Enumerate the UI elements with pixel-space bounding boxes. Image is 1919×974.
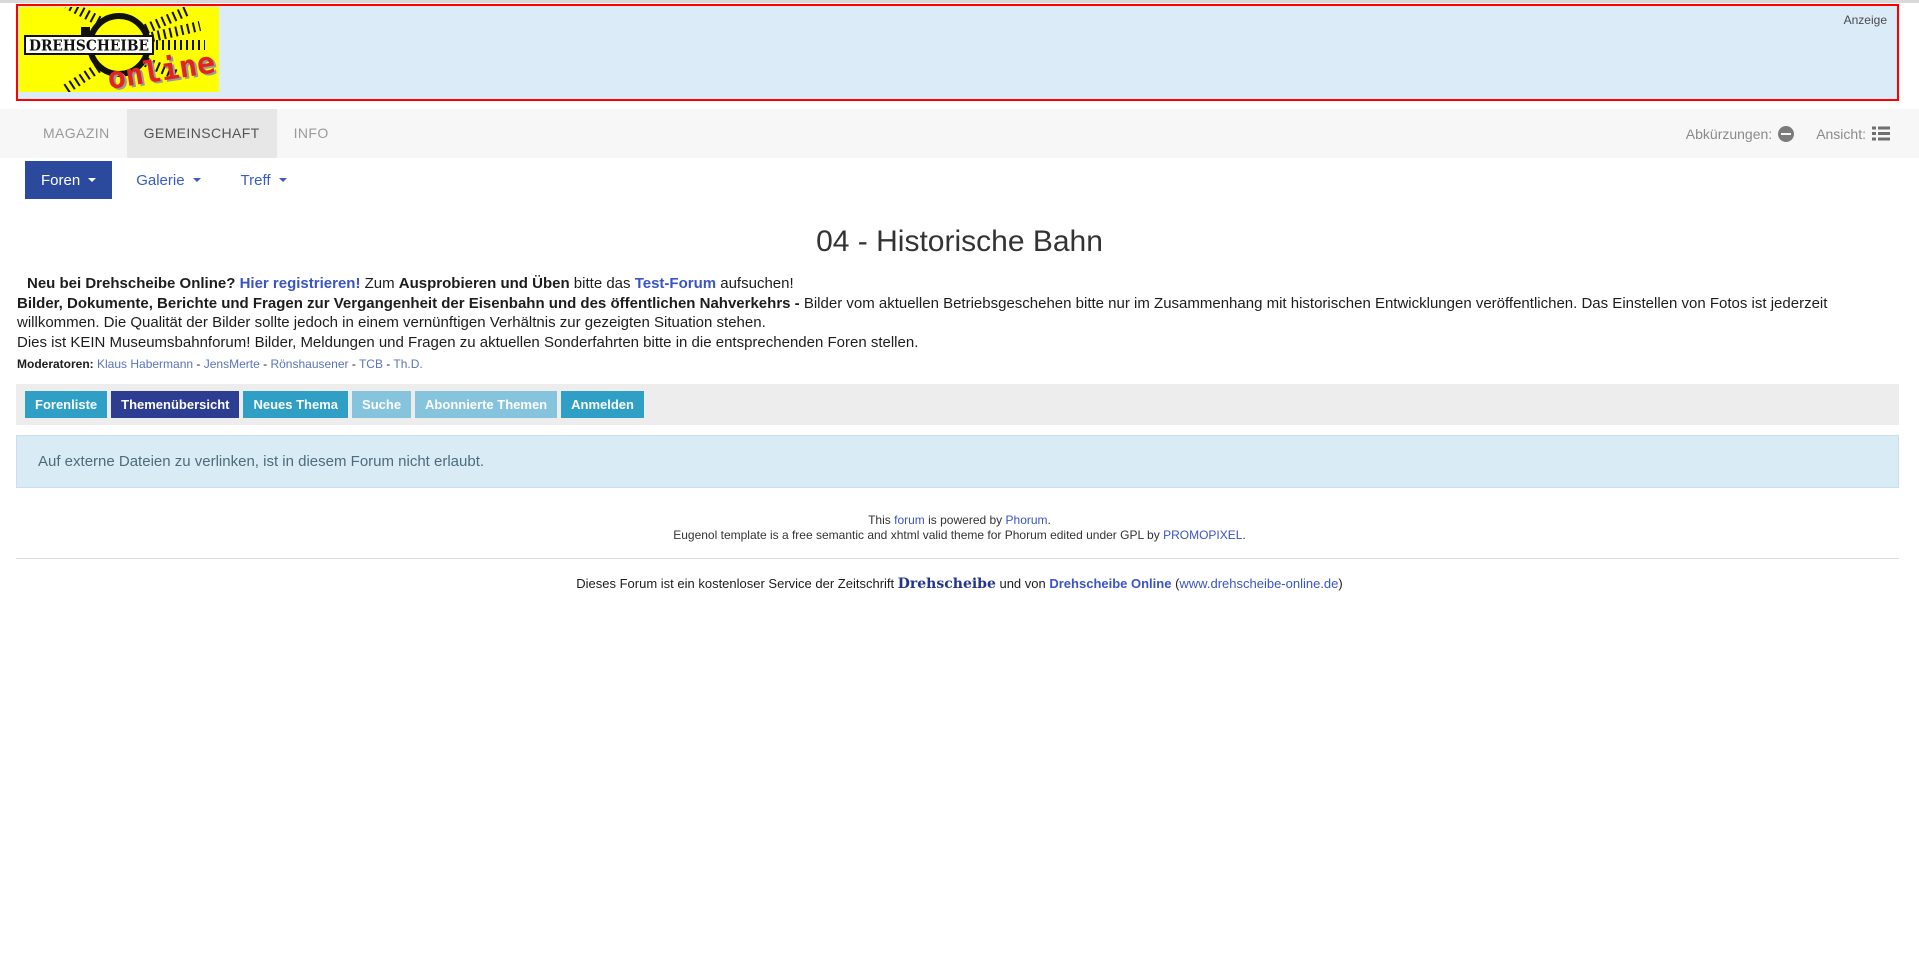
toolbar-button-forenliste[interactable]: Forenliste: [25, 390, 108, 418]
moderator-link-klaus-habermann[interactable]: Klaus Habermann: [97, 357, 193, 371]
forum-description: Neu bei Drehscheibe Online? Hier registr…: [17, 274, 1895, 375]
drehscheibe-online-link[interactable]: Drehscheibe Online: [1049, 576, 1171, 591]
tab-info[interactable]: INFO: [277, 109, 346, 158]
drehscheibe-url-link[interactable]: www.drehscheibe-online.de: [1179, 576, 1338, 591]
sub-nav: Foren Galerie Treff: [0, 161, 1919, 199]
page-title: 04 - Historische Bahn: [816, 225, 1103, 258]
text-run: Bilder, Dokumente, Berichte und Fragen z…: [17, 294, 800, 312]
notice-box: Auf externe Dateien zu verlinken, ist in…: [16, 434, 1899, 488]
text-run: Ausprobieren und Üben: [398, 275, 570, 292]
moderators-label: Moderatoren:: [17, 357, 94, 371]
chevron-down-icon: [278, 178, 287, 182]
drehscheibe-logo[interactable]: DREHSCHEIBE online online: [19, 0, 220, 99]
subnav-foren[interactable]: Foren: [25, 161, 113, 199]
chevron-down-icon: [192, 178, 201, 182]
minus-circle-icon: [1778, 125, 1795, 142]
service-note: Dieses Forum ist ein kostenloser Service…: [0, 576, 1919, 592]
text-run: ): [1338, 575, 1343, 591]
chevron-down-icon: [88, 178, 97, 182]
toolbar-button-themenubersicht[interactable]: Themenübersicht: [111, 390, 240, 418]
tab-magazin[interactable]: MAGAZIN: [26, 109, 127, 158]
abbreviations-label: Abkürzungen:: [1685, 125, 1773, 142]
notice-text: Auf externe Dateien zu verlinken, ist in…: [38, 452, 485, 470]
footer-divider: [16, 557, 1899, 559]
ad-label: Anzeige: [1843, 13, 1887, 27]
text-run: is powered by: [924, 512, 1006, 527]
text-run: .: [1047, 512, 1051, 527]
text-run: This: [868, 512, 895, 527]
text-run: bitte das: [569, 275, 635, 292]
list-view-icon: [1872, 126, 1890, 141]
top-divider: [0, 0, 1919, 3]
text-run: Dieses Forum ist ein kostenloser Service…: [576, 575, 898, 591]
description-line-welcome: Neu bei Drehscheibe Online? Hier registr…: [17, 274, 1895, 294]
powered-line: This forum is powered by Phorum.: [0, 513, 1919, 528]
text-run: Neu bei Drehscheibe Online?: [27, 275, 236, 292]
abbreviations-toggle[interactable]: Abkürzungen:: [1685, 125, 1795, 142]
moderator-link-th-d[interactable]: Th.D.: [393, 357, 422, 371]
text-run: Zum: [360, 275, 399, 292]
toolbar-button-abonnierte-themen[interactable]: Abonnierte Themen: [415, 390, 558, 418]
subnav-galerie[interactable]: Galerie: [120, 161, 216, 199]
subnav-treff[interactable]: Treff: [225, 161, 303, 199]
text-run: aufsuchen!: [716, 275, 794, 292]
toolbar-button-anmelden[interactable]: Anmelden: [561, 390, 644, 418]
view-toggle[interactable]: Ansicht:: [1816, 126, 1890, 142]
powered-footer: This forum is powered by Phorum. Eugenol…: [0, 513, 1919, 543]
toolbar-button-neues-thema[interactable]: Neues Thema: [243, 390, 349, 418]
view-label: Ansicht:: [1816, 125, 1866, 142]
ad-banner: DREHSCHEIBE online online Anzeige: [16, 0, 1899, 101]
subnav-label: Galerie: [136, 171, 185, 189]
promopixel-link[interactable]: PROMOPIXEL: [1163, 528, 1242, 542]
moderator-link-jensmerte[interactable]: JensMerte: [204, 357, 260, 371]
test-forum-link[interactable]: Test-Forum: [635, 275, 716, 292]
main-nav: MAGAZIN GEMEINSCHAFT INFO Abkürzungen: Ans…: [0, 109, 1919, 158]
moderators-line: Moderatoren: Klaus Habermann - JensMerte…: [17, 355, 1895, 375]
subnav-label: Foren: [41, 171, 81, 189]
forum-link[interactable]: forum: [894, 513, 925, 527]
moderator-link-ronshausener[interactable]: Rönshausener: [270, 357, 348, 371]
turntable-hut-mark: [81, 27, 90, 36]
tab-gemeinschaft[interactable]: GEMEINSCHAFT: [126, 109, 277, 158]
drehscheibe-logo-graphic: DREHSCHEIBE online online: [19, 0, 220, 99]
logo-title-text: DREHSCHEIBE: [29, 37, 149, 55]
subnav-label: Treff: [240, 171, 271, 189]
text-run: und von: [995, 575, 1050, 591]
text-run: .: [1242, 527, 1246, 542]
phorum-link[interactable]: Phorum: [1006, 513, 1048, 527]
toolbar-button-suche[interactable]: Suche: [352, 390, 412, 418]
nav-right-tools: Abkürzungen: Ansicht:: [1686, 109, 1919, 158]
text-run: Eugenol template is a free semantic and …: [673, 527, 1164, 542]
moderator-link-tcb[interactable]: TCB: [359, 357, 383, 371]
description-line-museumsbahn: Dies ist KEIN Museumsbahnforum! Bilder, …: [17, 333, 919, 351]
register-link[interactable]: Hier registrieren!: [240, 275, 361, 292]
main-nav-tabs: MAGAZIN GEMEINSCHAFT INFO: [0, 109, 346, 158]
toolbar: Forenliste Themenübersicht Neues Thema Such…: [16, 383, 1899, 425]
moderator-links: Klaus Habermann - JensMerte - Rönshausen…: [97, 357, 423, 371]
template-credit-line: Eugenol template is a free semantic and …: [0, 528, 1919, 543]
drehscheibe-magazine-brand: Drehscheibe: [897, 575, 996, 592]
description-paragraph: Bilder, Dokumente, Berichte und Fragen z…: [17, 294, 1895, 333]
